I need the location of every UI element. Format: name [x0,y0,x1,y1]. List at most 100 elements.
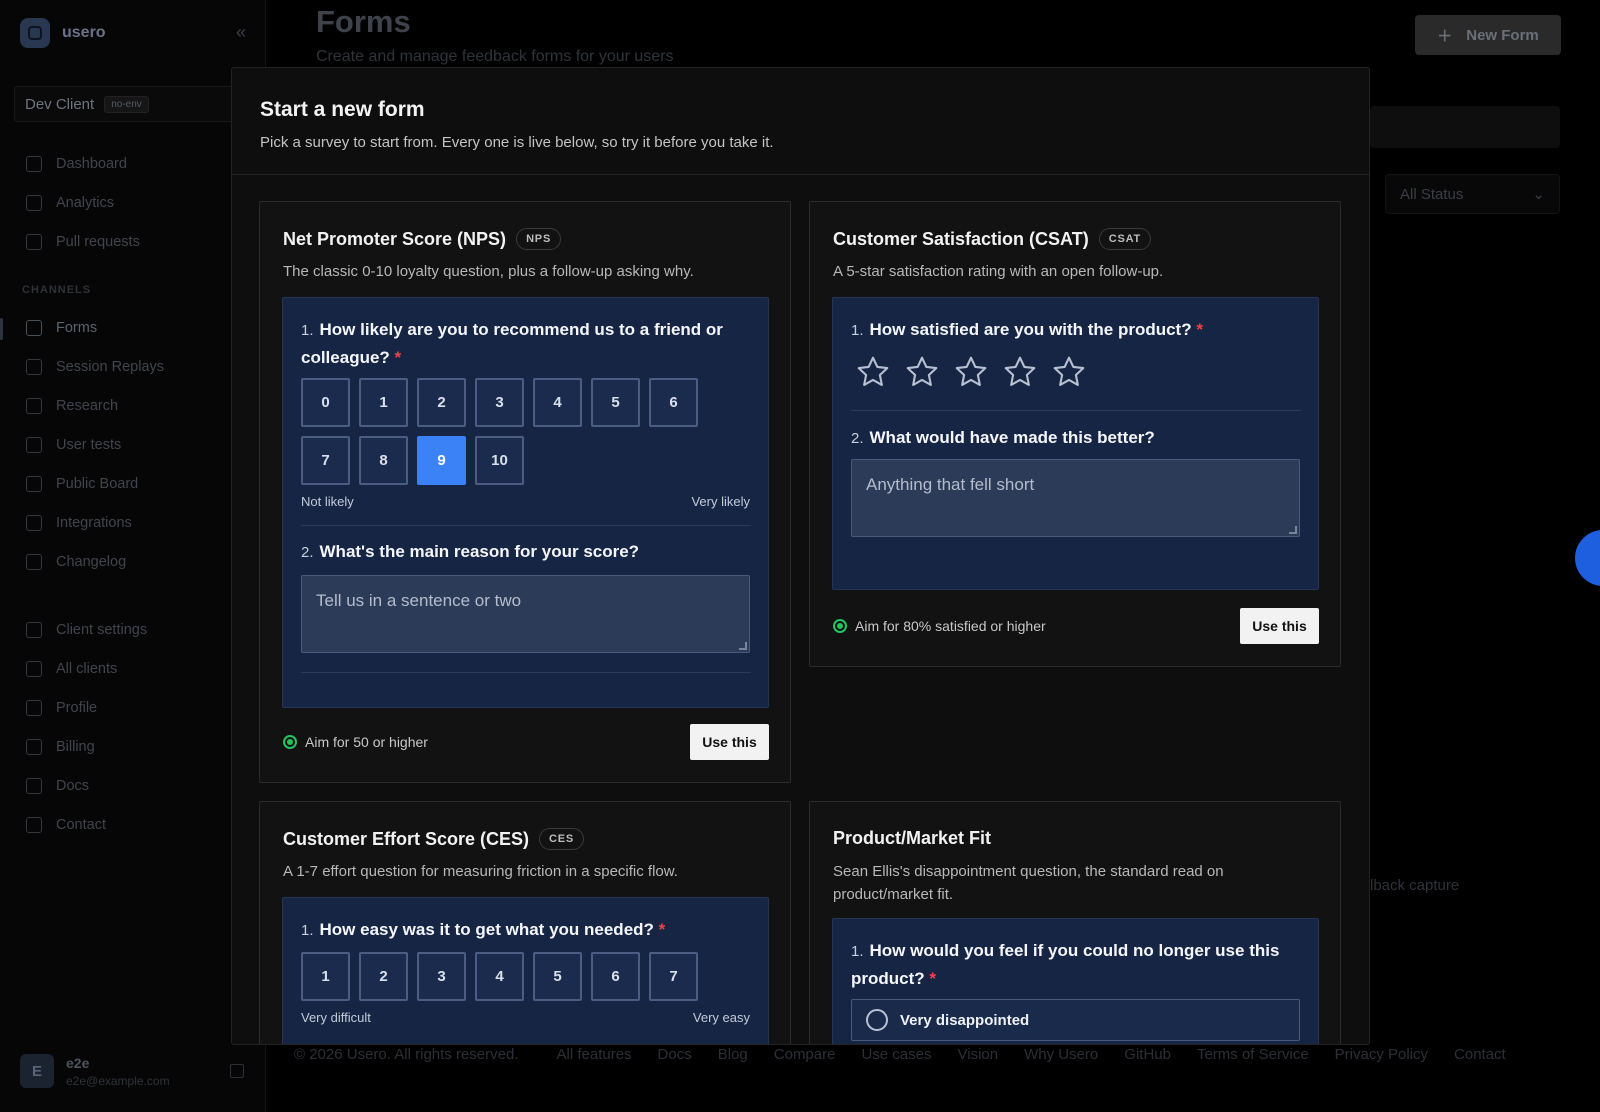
sidebar-item-contact[interactable]: Contact [26,817,106,833]
resize-handle-icon[interactable] [1289,526,1297,534]
chevron-down-icon: ⌄ [1532,186,1545,203]
scale-option-0[interactable]: 0 [301,378,350,427]
template-abbr-badge: NPS [516,228,562,250]
template-card-ces: Customer Effort Score (CES) CES A 1-7 ef… [259,801,791,1044]
scale-option-7[interactable]: 7 [649,952,698,1001]
footer-link[interactable]: Why Usero [1024,1046,1098,1063]
scale-option-5[interactable]: 5 [591,378,640,427]
brand[interactable]: usero [20,18,106,48]
target-icon [833,619,847,633]
scale-option-10[interactable]: 10 [475,436,524,485]
footer-link[interactable]: Docs [658,1046,692,1063]
new-form-modal: Start a new form Pick a survey to start … [231,67,1370,1045]
template-description: Sean Ellis's disappointment question, th… [833,863,1224,903]
scale-option-6[interactable]: 6 [649,378,698,427]
improvement-textarea[interactable]: Anything that fell short [851,459,1300,537]
film-icon [26,359,42,375]
template-card-nps: Net Promoter Score (NPS) NPS The classic… [259,201,791,783]
sidebar-item-research[interactable]: Research [26,398,118,414]
nps-preview: 1. How likely are you to recommend us to … [282,297,769,708]
footer-link[interactable]: Compare [774,1046,836,1063]
new-form-button[interactable]: ＋ New Form [1415,15,1561,55]
template-name: Customer Satisfaction (CSAT) [833,228,1089,249]
scale-option-3[interactable]: 3 [417,952,466,1001]
footer-link[interactable]: Terms of Service [1197,1046,1309,1063]
star-icon[interactable] [904,354,940,390]
scale-high-hint: Very easy [692,1010,750,1025]
use-csat-button[interactable]: Use this [1240,608,1319,644]
dashboard-icon [26,156,42,172]
sidebar-item-public-board[interactable]: Public Board [26,476,138,492]
user-icon [26,700,42,716]
scale-option-5[interactable]: 5 [533,952,582,1001]
radio-option-very-disappointed[interactable]: Very disappointed [851,999,1300,1041]
footer-link[interactable]: All features [557,1046,632,1063]
csat-preview: 1. How satisfied are you with the product… [832,297,1319,590]
sidebar-item-integrations[interactable]: Integrations [26,515,132,531]
template-abbr-badge: CSAT [1098,228,1152,250]
scale-option-8[interactable]: 8 [359,436,408,485]
footer-link[interactable]: Use cases [861,1046,931,1063]
logout-icon[interactable] [230,1064,244,1078]
target-icon [283,735,297,749]
goal-indicator: Aim for 80% satisfied or higher [833,618,1046,634]
required-marker: * [658,920,666,939]
sidebar-item-changelog[interactable]: Changelog [26,554,126,570]
star-icon[interactable] [1051,354,1087,390]
scale-option-2[interactable]: 2 [359,952,408,1001]
footer-link[interactable]: Privacy Policy [1335,1046,1428,1063]
required-marker: * [929,969,937,988]
background-text: lback capture [1370,877,1460,894]
scale-low-hint: Not likely [301,494,354,509]
footer-link[interactable]: Vision [958,1046,999,1063]
resize-handle-icon[interactable] [739,642,747,650]
star-icon[interactable] [953,354,989,390]
template-abbr-badge: CES [539,828,585,850]
scale-option-4[interactable]: 4 [475,952,524,1001]
scale-option-7[interactable]: 7 [301,436,350,485]
scale-option-2[interactable]: 2 [417,378,466,427]
footer-link[interactable]: Blog [718,1046,748,1063]
use-nps-button[interactable]: Use this [690,724,769,760]
sidebar-item-client-settings[interactable]: Client settings [26,622,147,638]
sidebar-item-dashboard[interactable]: Dashboard [26,156,127,172]
book-icon [26,398,42,414]
scale-option-3[interactable]: 3 [475,378,524,427]
scale-option-1[interactable]: 1 [359,378,408,427]
sidebar-item-all-clients[interactable]: All clients [26,661,117,677]
sidebar-item-pull-requests[interactable]: Pull requests [26,234,140,250]
sidebar-item-analytics[interactable]: Analytics [26,195,114,211]
sidebar-item-docs[interactable]: Docs [26,778,89,794]
chat-bubble-button[interactable] [1575,530,1600,586]
sidebar-item-session-replays[interactable]: Session Replays [26,359,164,375]
user-card[interactable]: E e2e e2e@example.com [20,1054,170,1088]
scale-option-1[interactable]: 1 [301,952,350,1001]
active-indicator [0,318,3,340]
scale-option-9[interactable]: 9 [417,436,466,485]
message-icon [26,476,42,492]
sidebar-item-forms[interactable]: Forms [26,320,97,336]
scale-option-4[interactable]: 4 [533,378,582,427]
sidebar-item-profile[interactable]: Profile [26,700,97,716]
plus-icon: ＋ [1437,27,1453,45]
scale-option-6[interactable]: 6 [591,952,640,1001]
client-switcher[interactable]: Dev Client no-env [14,86,254,122]
reason-textarea[interactable]: Tell us in a sentence or two [301,575,750,653]
user-email: e2e@example.com [66,1073,170,1088]
collapse-sidebar-icon[interactable]: « [236,22,246,43]
footer-link[interactable]: Contact [1454,1046,1506,1063]
sidebar-item-billing[interactable]: Billing [26,739,95,755]
question-label: 1. How likely are you to recommend us to … [301,320,723,367]
question-label: 1. How satisfied are you with the product… [851,320,1203,339]
copyright: © 2026 Usero. All rights reserved. [294,1046,519,1063]
sidebar-item-user-tests[interactable]: User tests [26,437,121,453]
star-icon[interactable] [855,354,891,390]
footer: © 2026 Usero. All rights reserved. All f… [294,1046,1506,1063]
star-icon[interactable] [1002,354,1038,390]
divider [851,410,1301,411]
gear-icon [26,622,42,638]
plug-icon [26,515,42,531]
rocket-icon [26,554,42,570]
status-filter-select[interactable]: All Status ⌄ [1385,174,1560,214]
footer-link[interactable]: GitHub [1124,1046,1171,1063]
